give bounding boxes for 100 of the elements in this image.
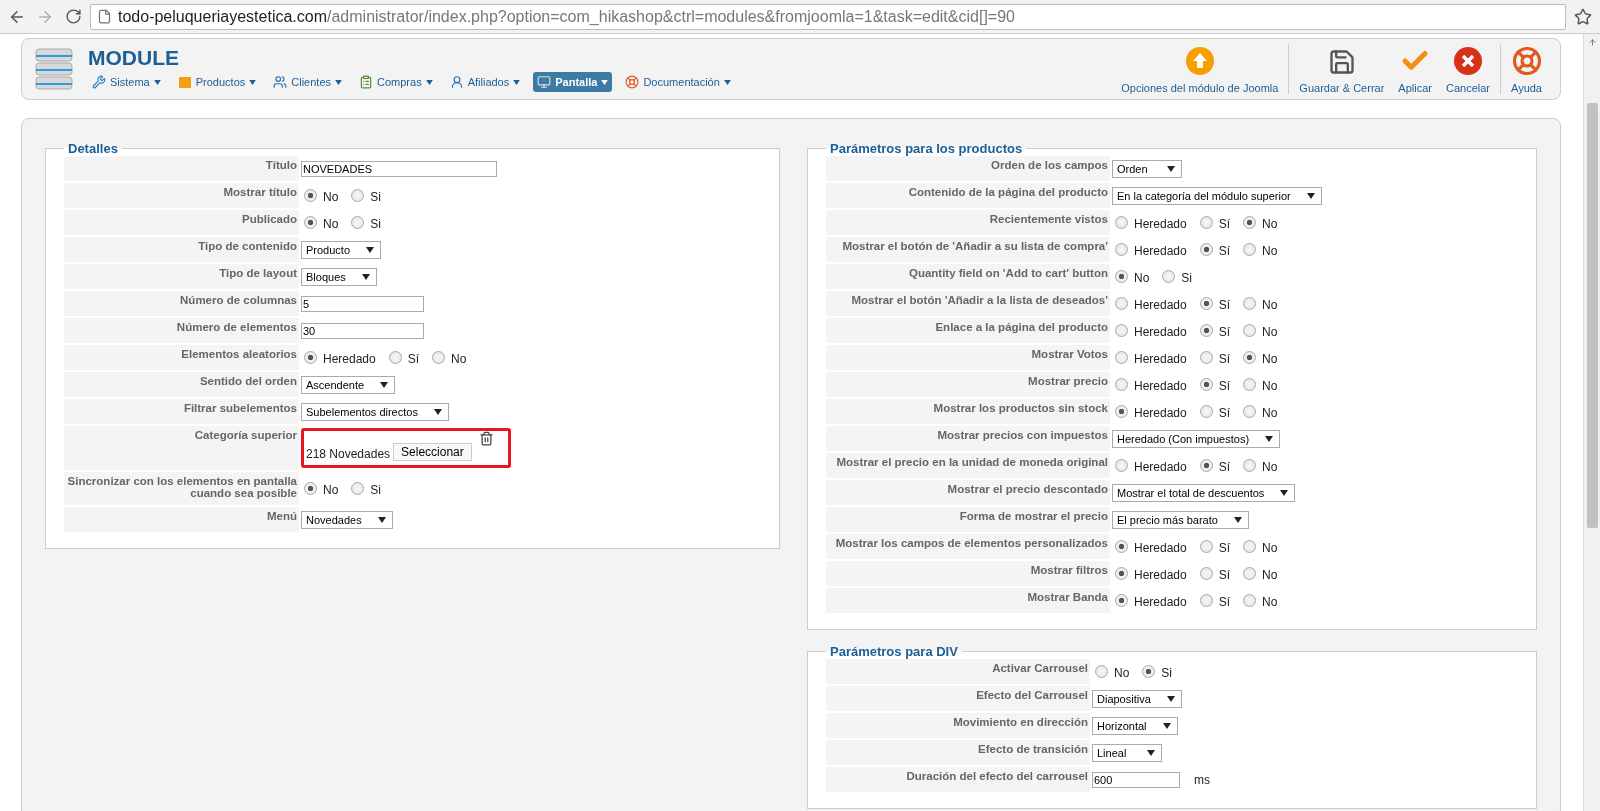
menu-item[interactable]: Documentación xyxy=(621,72,735,92)
radio-button[interactable] xyxy=(1243,378,1257,391)
radio-button[interactable] xyxy=(304,216,317,229)
radio-button[interactable] xyxy=(1115,567,1128,580)
radio-button[interactable] xyxy=(1199,351,1213,364)
radio-button[interactable] xyxy=(1243,243,1257,256)
radio-button[interactable] xyxy=(1243,567,1257,580)
radio-button[interactable] xyxy=(1162,270,1176,283)
select-button[interactable]: Seleccionar xyxy=(393,443,472,461)
toolbar-button[interactable]: Aplicar xyxy=(1398,44,1432,94)
star-icon[interactable] xyxy=(1572,7,1594,26)
text-field[interactable]: 5 xyxy=(301,295,424,312)
radio-button[interactable] xyxy=(304,351,317,364)
select-field[interactable]: Bloques xyxy=(301,267,377,286)
radio-button[interactable] xyxy=(1199,324,1213,337)
radio-button[interactable] xyxy=(1199,567,1213,580)
radio-button[interactable] xyxy=(1199,405,1213,418)
field-label: Mostrar Votos xyxy=(826,345,1110,370)
radio-button[interactable] xyxy=(1142,665,1156,678)
select-field[interactable]: En la categoría del módulo superior xyxy=(1112,186,1322,205)
radio-button[interactable] xyxy=(1199,459,1213,472)
radio-button[interactable] xyxy=(1243,594,1257,607)
select-field[interactable]: Subelementos directos xyxy=(301,402,449,421)
caret-icon xyxy=(1147,749,1155,756)
radio-button[interactable] xyxy=(351,189,365,202)
select-field[interactable]: Producto xyxy=(301,240,382,259)
field-label: Elementos aleatorios xyxy=(64,345,299,370)
toolbar-button[interactable]: Opciones del módulo de Joomla xyxy=(1121,44,1279,94)
radio-button[interactable] xyxy=(1199,243,1213,256)
scrollbar[interactable] xyxy=(1583,34,1600,811)
radio-button[interactable] xyxy=(304,482,317,495)
toolbar-button[interactable]: Cancelar xyxy=(1445,44,1490,94)
radio-button[interactable] xyxy=(1243,297,1257,310)
field-label: Sincronizar con los elementos en pantalla cuando sea posible xyxy=(64,472,299,505)
radio-button[interactable] xyxy=(388,351,402,364)
radio-label: Si xyxy=(370,217,381,231)
select-field[interactable]: Lineal xyxy=(1092,743,1162,762)
radio-button[interactable] xyxy=(1243,324,1257,337)
radio-label: Sí xyxy=(1218,325,1231,339)
radio-button[interactable] xyxy=(1199,540,1213,553)
menu-item[interactable]: Compras xyxy=(355,72,437,92)
radio-button[interactable] xyxy=(1115,324,1128,337)
caret-icon xyxy=(366,246,375,253)
radio-label: Heredado xyxy=(1134,595,1187,609)
field-label: Número de elementos xyxy=(64,318,299,343)
toolbar-button[interactable]: Guardar & Cerrar xyxy=(1299,44,1385,94)
radio-button[interactable] xyxy=(1115,405,1128,418)
radio-button[interactable] xyxy=(1115,459,1128,472)
select-field[interactable]: Heredado (Con impuestos) xyxy=(1112,429,1281,448)
address-bar[interactable]: todo-peluqueriayestetica.com/administrator/index.php?option=com_hikashop&ctrl=modules&fromjoomla=1&task=edit&cid[]=90 xyxy=(90,3,1566,30)
field-label: Movimiento en dirección xyxy=(826,713,1090,738)
menu-item[interactable]: Sistema xyxy=(88,72,165,92)
select-field[interactable]: Mostrar el total de descuentos xyxy=(1112,483,1296,502)
select-field[interactable]: Orden xyxy=(1112,159,1182,178)
radio-button[interactable] xyxy=(1199,378,1213,391)
select-field[interactable]: Horizontal xyxy=(1092,716,1178,735)
radio-button[interactable] xyxy=(1243,405,1257,418)
radio-button[interactable] xyxy=(351,482,365,495)
radio-label: No xyxy=(1134,271,1150,285)
radio-button[interactable] xyxy=(1199,297,1213,310)
radio-button[interactable] xyxy=(1115,216,1128,229)
menu-item[interactable]: Afiliados xyxy=(445,72,525,92)
radio-button[interactable] xyxy=(304,189,317,202)
radio-button[interactable] xyxy=(1243,351,1257,364)
radio-button[interactable] xyxy=(432,351,446,364)
toolbar-button[interactable]: Ayuda xyxy=(1511,44,1542,94)
radio-label: No xyxy=(323,483,339,497)
radio-button[interactable] xyxy=(1115,351,1128,364)
trash-icon[interactable] xyxy=(478,431,494,446)
radio-button[interactable] xyxy=(1199,216,1213,229)
radio-button[interactable] xyxy=(1243,216,1257,229)
menu-item[interactable]: Pantalla xyxy=(533,72,613,92)
menu-label: Afiliados xyxy=(467,76,510,88)
radio-label: Heredado xyxy=(1134,298,1187,312)
radio-button[interactable] xyxy=(1115,594,1128,607)
box-icon xyxy=(177,75,192,89)
radio-button[interactable] xyxy=(1095,665,1108,678)
radio-button[interactable] xyxy=(1199,594,1213,607)
menu-item[interactable]: Clientes xyxy=(269,72,347,92)
scroll-up-icon[interactable] xyxy=(1587,38,1597,49)
select-field[interactable]: Ascendente xyxy=(301,375,396,394)
text-field[interactable]: NOVEDADES xyxy=(301,160,497,177)
radio-button[interactable] xyxy=(1115,270,1128,283)
radio-button[interactable] xyxy=(1115,243,1128,256)
field-label: Tipo de contenido xyxy=(64,237,299,262)
radio-button[interactable] xyxy=(1115,297,1128,310)
select-field[interactable]: Novedades xyxy=(301,510,393,529)
radio-button[interactable] xyxy=(351,216,365,229)
radio-button[interactable] xyxy=(1243,459,1257,472)
radio-button[interactable] xyxy=(1115,378,1128,391)
select-field[interactable]: Diapositiva xyxy=(1092,689,1182,708)
scrollbar-thumb[interactable] xyxy=(1586,103,1598,528)
text-field[interactable]: 30 xyxy=(301,322,424,339)
monitor-icon xyxy=(537,75,552,89)
radio-button[interactable] xyxy=(1115,540,1128,553)
text-field[interactable]: 600 xyxy=(1092,771,1180,788)
select-field[interactable]: El precio más barato xyxy=(1112,510,1249,529)
menu-label: Clientes xyxy=(291,76,332,88)
radio-button[interactable] xyxy=(1243,540,1257,553)
menu-item[interactable]: Productos xyxy=(173,72,261,92)
